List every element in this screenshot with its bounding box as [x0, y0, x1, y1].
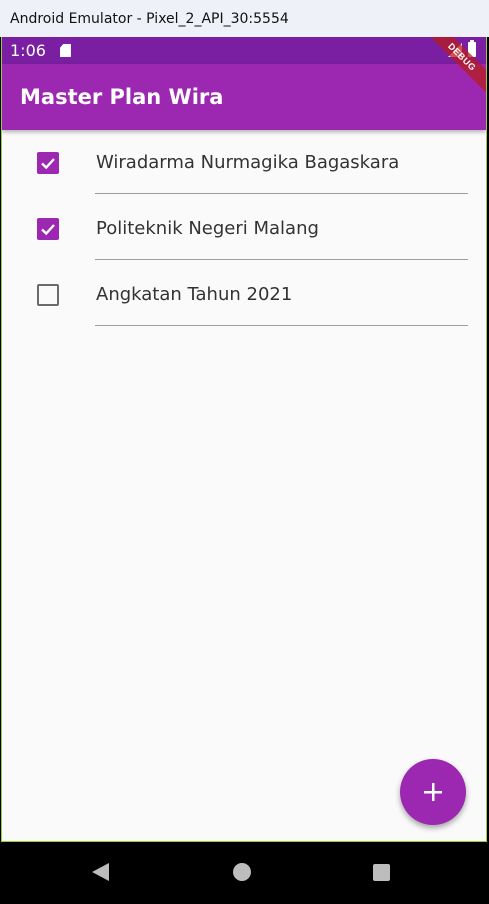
task-row: Angkatan Tahun 2021	[2, 262, 486, 328]
task-checkbox[interactable]	[37, 152, 59, 174]
device-frame: 1:06 DEBUG Master Plan Wira Wiradarma Nu…	[0, 37, 489, 904]
task-checkbox[interactable]	[37, 218, 59, 240]
status-bar: 1:06	[2, 37, 486, 64]
task-row: Politeknik Negeri Malang	[2, 196, 486, 262]
task-row: Wiradarma Nurmagika Bagaskara	[2, 130, 486, 196]
app-title: Master Plan Wira	[20, 85, 224, 109]
window-titlebar: Android Emulator - Pixel_2_API_30:5554	[0, 0, 489, 37]
add-task-button[interactable]	[400, 759, 466, 825]
emulator-window: Android Emulator - Pixel_2_API_30:5554 1…	[0, 0, 489, 904]
task-text-field[interactable]: Angkatan Tahun 2021	[95, 262, 468, 326]
app-bar: Master Plan Wira	[2, 64, 486, 130]
task-label: Wiradarma Nurmagika Bagaskara	[96, 152, 400, 173]
check-icon	[41, 158, 55, 170]
recents-icon[interactable]	[373, 864, 390, 881]
sd-card-icon	[59, 44, 71, 57]
android-nav-bar	[0, 842, 489, 904]
task-checkbox[interactable]	[37, 284, 59, 306]
task-label: Angkatan Tahun 2021	[96, 284, 293, 305]
check-icon	[41, 224, 55, 236]
plus-icon	[424, 783, 442, 801]
home-icon[interactable]	[233, 863, 251, 881]
task-label: Politeknik Negeri Malang	[96, 218, 319, 239]
task-text-field[interactable]: Politeknik Negeri Malang	[95, 196, 468, 260]
task-list: Wiradarma Nurmagika Bagaskara Politeknik…	[2, 130, 486, 328]
back-icon[interactable]	[92, 863, 109, 881]
task-text-field[interactable]: Wiradarma Nurmagika Bagaskara	[95, 130, 468, 194]
window-title: Android Emulator - Pixel_2_API_30:5554	[10, 10, 289, 27]
status-time: 1:06	[10, 41, 46, 60]
app-screen: 1:06 DEBUG Master Plan Wira Wiradarma Nu…	[1, 37, 487, 842]
